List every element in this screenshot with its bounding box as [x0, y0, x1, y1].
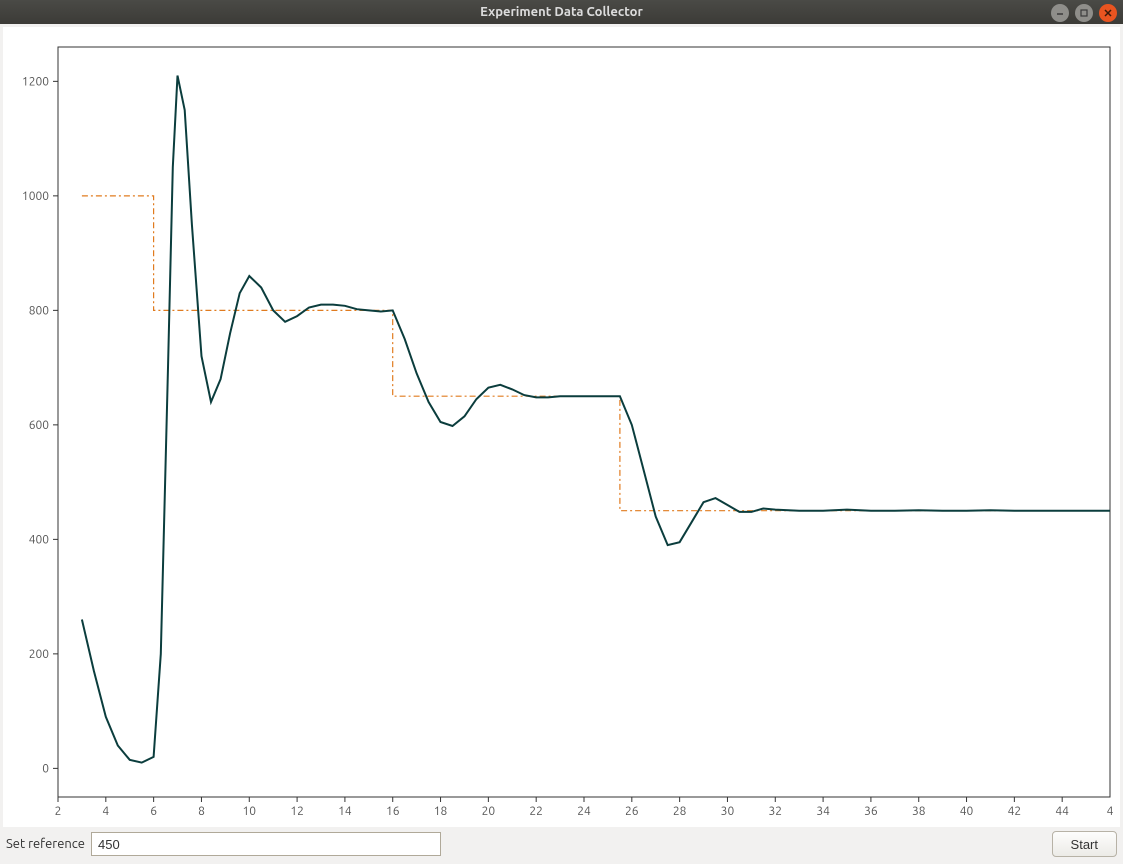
- svg-text:44: 44: [1055, 805, 1069, 818]
- svg-text:40: 40: [960, 805, 974, 818]
- window-controls: [1051, 4, 1117, 22]
- plot-area: 2468101214161820222426283032343638404244…: [3, 27, 1120, 827]
- svg-text:16: 16: [386, 805, 400, 818]
- svg-text:4: 4: [102, 805, 109, 818]
- svg-text:800: 800: [29, 304, 50, 317]
- svg-text:22: 22: [529, 805, 543, 818]
- svg-text:8: 8: [198, 805, 205, 818]
- svg-text:12: 12: [290, 805, 304, 818]
- reference-input[interactable]: [91, 832, 441, 856]
- svg-text:0: 0: [42, 762, 49, 775]
- bottom-toolbar: Set reference Start: [0, 830, 1123, 864]
- svg-text:42: 42: [1008, 805, 1022, 818]
- window-title: Experiment Data Collector: [0, 5, 1123, 19]
- svg-text:20: 20: [482, 805, 496, 818]
- svg-text:28: 28: [673, 805, 687, 818]
- svg-text:200: 200: [29, 648, 50, 661]
- svg-text:18: 18: [434, 805, 448, 818]
- svg-text:34: 34: [816, 805, 830, 818]
- content-area: 2468101214161820222426283032343638404244…: [0, 24, 1123, 864]
- chart-canvas: 2468101214161820222426283032343638404244…: [3, 27, 1120, 827]
- svg-text:26: 26: [625, 805, 639, 818]
- svg-text:10: 10: [242, 805, 256, 818]
- svg-text:1000: 1000: [22, 190, 49, 203]
- app-window: Experiment Data Collector 24681012141618…: [0, 0, 1123, 864]
- svg-text:4: 4: [1107, 805, 1114, 818]
- minimize-icon[interactable]: [1051, 4, 1069, 22]
- svg-text:1200: 1200: [22, 75, 49, 88]
- svg-text:400: 400: [29, 533, 50, 546]
- svg-text:2: 2: [55, 805, 62, 818]
- close-icon[interactable]: [1099, 4, 1117, 22]
- svg-text:14: 14: [338, 805, 352, 818]
- svg-text:32: 32: [768, 805, 782, 818]
- reference-label: Set reference: [6, 837, 85, 851]
- maximize-icon[interactable]: [1075, 4, 1093, 22]
- svg-text:24: 24: [577, 805, 591, 818]
- svg-text:600: 600: [29, 419, 50, 432]
- titlebar: Experiment Data Collector: [0, 0, 1123, 24]
- svg-text:30: 30: [721, 805, 735, 818]
- svg-text:38: 38: [912, 805, 926, 818]
- start-button[interactable]: Start: [1052, 831, 1117, 857]
- svg-text:6: 6: [150, 805, 157, 818]
- svg-text:36: 36: [864, 805, 878, 818]
